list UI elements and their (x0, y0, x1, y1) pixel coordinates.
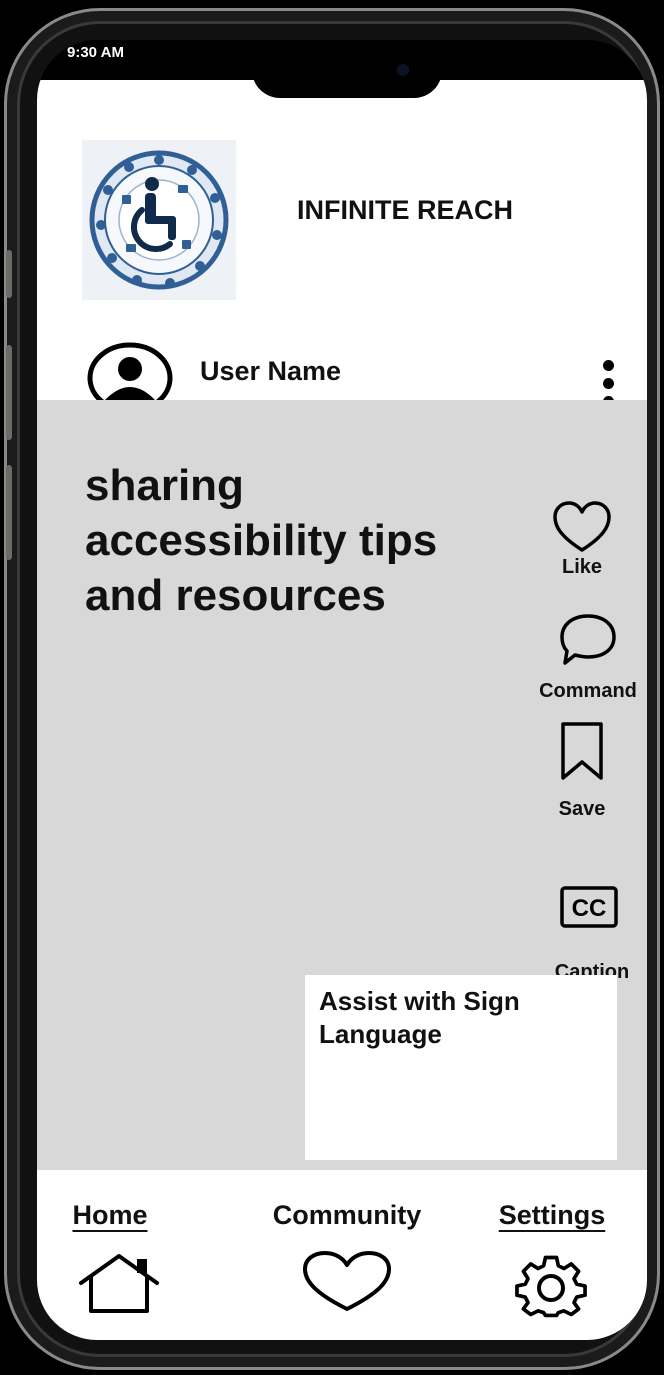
mute-switch (6, 250, 12, 298)
caption-button[interactable]: CC Caption (547, 885, 637, 984)
volume-down-button (6, 465, 12, 560)
nav-home[interactable]: Home (55, 1200, 165, 1315)
post-card: sharing accessibility tips and resources… (37, 400, 647, 1170)
front-camera (397, 64, 409, 76)
phone-screen: 9:30 AM INFINITE REACH User Name sharing… (37, 40, 647, 1340)
sign-language-box[interactable]: Assist with Sign Language (305, 975, 617, 1160)
nav-home-label: Home (72, 1200, 148, 1230)
comment-button[interactable]: Command (533, 612, 643, 703)
app-title: INFINITE REACH (297, 195, 513, 225)
save-button[interactable]: Save (542, 720, 622, 821)
comment-label: Command (539, 680, 637, 702)
heart-icon (303, 1251, 391, 1311)
nav-community-label: Community (272, 1200, 422, 1230)
wheelchair-accessibility-logo (82, 140, 236, 300)
caption-icon-text: CC (572, 895, 607, 922)
like-button[interactable]: Like (542, 500, 622, 579)
closed-caption-icon: CC (560, 886, 618, 928)
bottom-navigation: Home Community Settings (37, 1170, 647, 1340)
gear-icon (515, 1255, 587, 1318)
nav-settings-label: Settings (498, 1200, 606, 1230)
nav-community[interactable]: Community (262, 1200, 432, 1315)
comment-icon (560, 614, 616, 665)
like-label: Like (561, 556, 603, 578)
notch (252, 40, 442, 98)
status-time: 9:30 AM (67, 44, 124, 61)
app-header: INFINITE REACH User Name (37, 80, 647, 414)
post-text: sharing accessibility tips and resources (85, 461, 438, 620)
heart-icon (553, 501, 611, 552)
bookmark-icon (561, 722, 603, 780)
menu-dot (602, 360, 614, 371)
user-name[interactable]: User Name (200, 356, 341, 387)
nav-settings[interactable]: Settings (487, 1200, 617, 1319)
menu-dot (602, 378, 614, 389)
volume-up-button (6, 345, 12, 440)
home-icon (79, 1254, 159, 1313)
save-label: Save (558, 798, 606, 820)
